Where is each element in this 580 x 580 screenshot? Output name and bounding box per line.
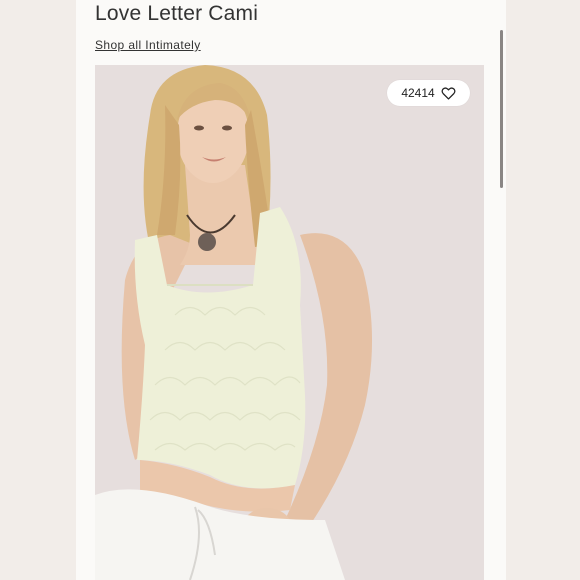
shop-all-link[interactable]: Shop all Intimately [95, 38, 201, 52]
product-panel: Love Letter Cami Shop all Intimately 424… [76, 0, 506, 580]
favorite-count: 42414 [401, 86, 435, 100]
model-illustration [95, 65, 484, 580]
left-margin [0, 0, 76, 580]
favorite-button[interactable]: 42414 [387, 80, 470, 106]
product-image[interactable]: 42414 [95, 65, 484, 580]
scrollbar[interactable] [500, 30, 503, 188]
heart-outline-icon [441, 86, 456, 100]
product-title: Love Letter Cami [95, 2, 259, 25]
right-margin [506, 0, 580, 580]
